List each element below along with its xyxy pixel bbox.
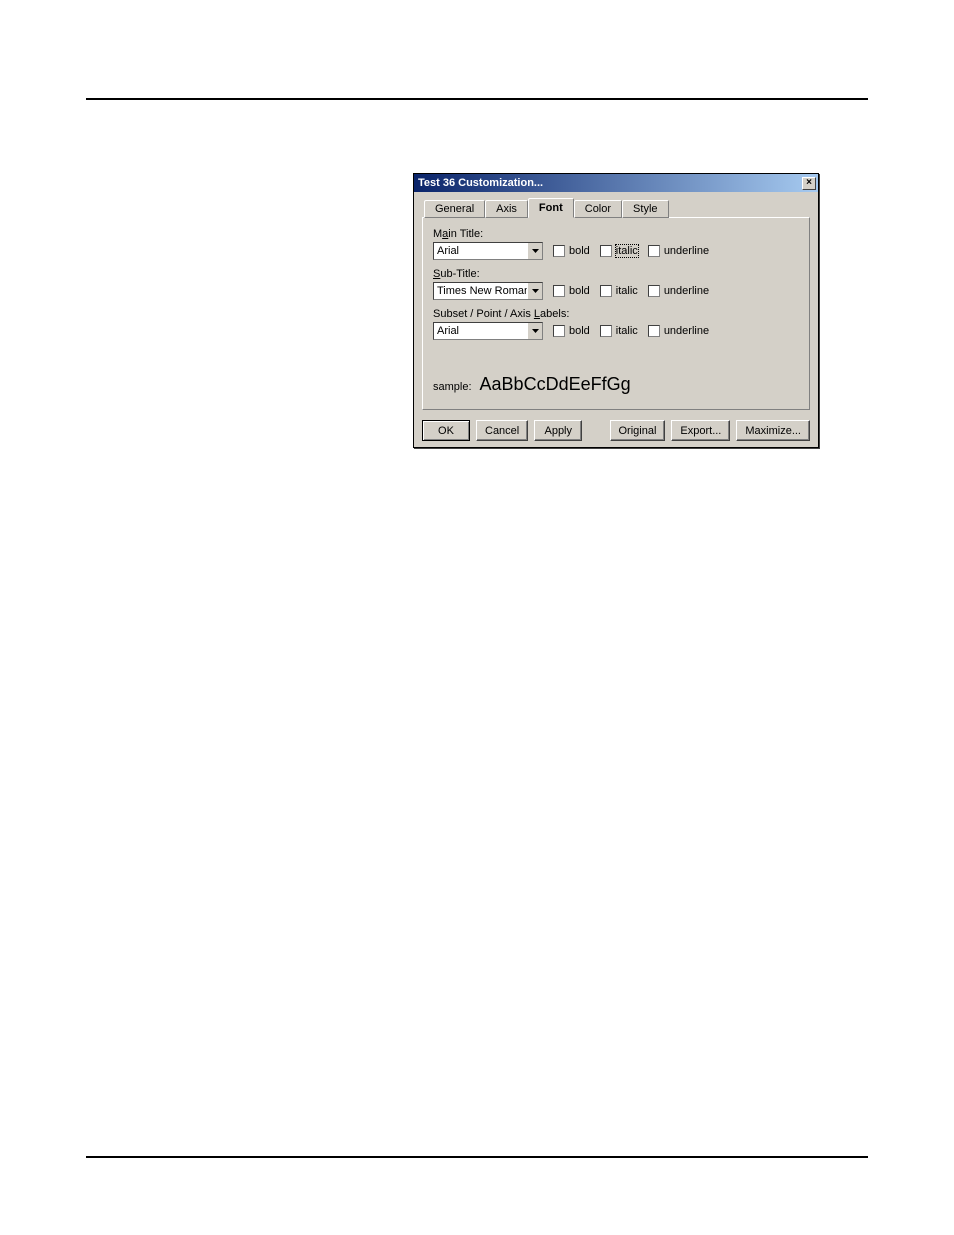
labels-bold-check[interactable]: bold bbox=[553, 325, 590, 337]
tab-font[interactable]: Font bbox=[528, 198, 574, 218]
main-title-bold-check[interactable]: bold bbox=[553, 245, 590, 257]
labels-label: Subset / Point / Axis Labels: bbox=[433, 308, 799, 320]
tab-font-label: Font bbox=[539, 202, 563, 214]
checkbox-icon bbox=[648, 285, 660, 297]
titlebar-text: Test 36 Customization... bbox=[418, 177, 543, 189]
dialog-body: General Axis Font Color Style Main Title… bbox=[414, 192, 818, 447]
close-icon: × bbox=[806, 177, 812, 188]
labels-font-combo[interactable]: Arial bbox=[433, 322, 543, 340]
sub-title-label: Sub-Title: bbox=[433, 268, 799, 280]
page-bottom-rule bbox=[86, 1156, 868, 1158]
tab-style[interactable]: Style bbox=[622, 200, 668, 218]
chevron-down-icon[interactable] bbox=[527, 323, 542, 339]
checkbox-icon bbox=[600, 285, 612, 297]
cancel-button[interactable]: Cancel bbox=[476, 420, 528, 441]
main-title-group: Main Title: Arial bold italic underline bbox=[433, 228, 799, 260]
sample-text: AaBbCcDdEeFfGg bbox=[480, 374, 631, 395]
sub-title-font-value: Times New Roman bbox=[434, 285, 527, 297]
checkbox-icon bbox=[648, 245, 660, 257]
sub-title-italic-check[interactable]: italic bbox=[600, 285, 638, 297]
customization-dialog: Test 36 Customization... × General Axis … bbox=[413, 173, 819, 448]
main-title-underline-check[interactable]: underline bbox=[648, 245, 709, 257]
main-title-italic-check[interactable]: italic bbox=[600, 245, 638, 257]
labels-group: Subset / Point / Axis Labels: Arial bold… bbox=[433, 308, 799, 340]
labels-font-value: Arial bbox=[434, 325, 527, 337]
tab-axis[interactable]: Axis bbox=[485, 200, 528, 218]
titlebar[interactable]: Test 36 Customization... × bbox=[414, 174, 818, 192]
tab-style-label: Style bbox=[633, 203, 657, 215]
tab-color[interactable]: Color bbox=[574, 200, 622, 218]
chevron-down-icon[interactable] bbox=[527, 283, 542, 299]
checkbox-icon bbox=[553, 245, 565, 257]
sub-title-bold-check[interactable]: bold bbox=[553, 285, 590, 297]
checkbox-icon bbox=[648, 325, 660, 337]
sample-label: sample: bbox=[433, 381, 472, 393]
checkbox-icon bbox=[600, 325, 612, 337]
ok-button[interactable]: OK bbox=[422, 420, 470, 441]
main-title-font-combo[interactable]: Arial bbox=[433, 242, 543, 260]
sub-title-group: Sub-Title: Times New Roman bold italic u… bbox=[433, 268, 799, 300]
labels-underline-check[interactable]: underline bbox=[648, 325, 709, 337]
labels-italic-check[interactable]: italic bbox=[600, 325, 638, 337]
spacer bbox=[588, 420, 603, 441]
tab-general[interactable]: General bbox=[424, 200, 485, 218]
font-panel: Main Title: Arial bold italic underline bbox=[422, 217, 810, 410]
main-title-label: Main Title: bbox=[433, 228, 799, 240]
sub-title-font-combo[interactable]: Times New Roman bbox=[433, 282, 543, 300]
tab-color-label: Color bbox=[585, 203, 611, 215]
tab-general-label: General bbox=[435, 203, 474, 215]
main-title-font-value: Arial bbox=[434, 245, 527, 257]
original-button[interactable]: Original bbox=[610, 420, 666, 441]
button-row: OK Cancel Apply Original Export... Maxim… bbox=[422, 410, 810, 441]
chevron-down-icon[interactable] bbox=[527, 243, 542, 259]
sub-title-underline-check[interactable]: underline bbox=[648, 285, 709, 297]
export-button[interactable]: Export... bbox=[671, 420, 730, 441]
checkbox-icon bbox=[600, 245, 612, 257]
tab-strip: General Axis Font Color Style bbox=[422, 200, 810, 218]
page-top-rule bbox=[86, 98, 868, 100]
apply-button[interactable]: Apply bbox=[534, 420, 582, 441]
sample-row: sample: AaBbCcDdEeFfGg bbox=[433, 374, 799, 395]
maximize-button[interactable]: Maximize... bbox=[736, 420, 810, 441]
tab-axis-label: Axis bbox=[496, 203, 517, 215]
checkbox-icon bbox=[553, 285, 565, 297]
close-button[interactable]: × bbox=[802, 177, 816, 190]
checkbox-icon bbox=[553, 325, 565, 337]
